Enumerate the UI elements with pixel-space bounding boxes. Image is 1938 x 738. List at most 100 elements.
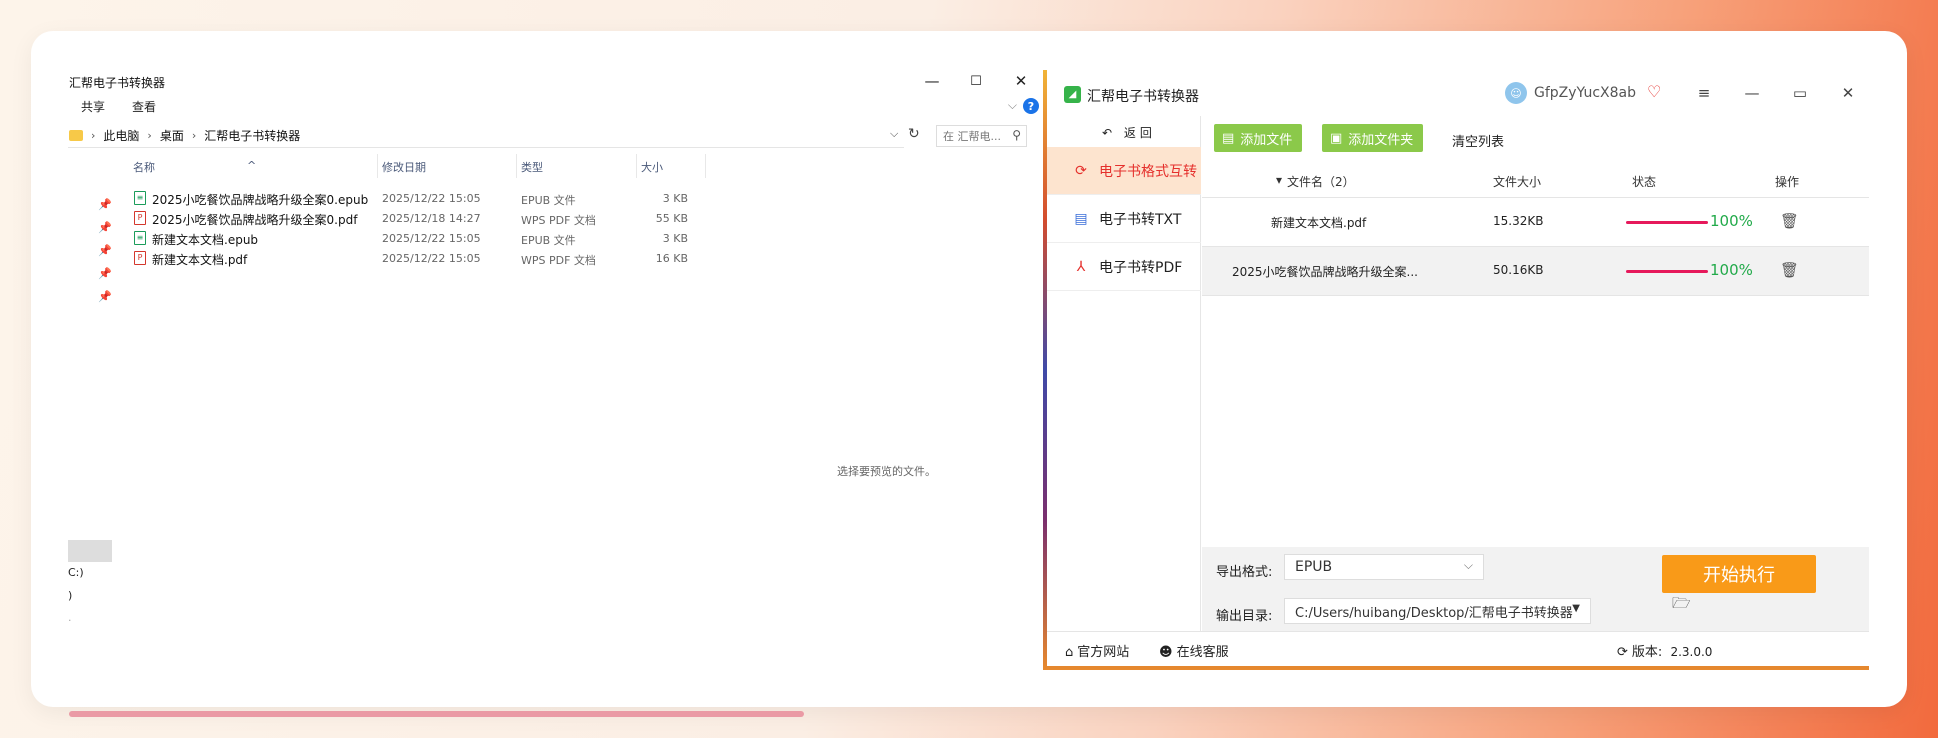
file-explorer-window: 汇帮电子书转换器 — ☐ ✕ 共享 查看 ⌵ ? › 此电脑 › 桌面 › 汇帮… <box>68 66 1043 670</box>
ebook-converter-window: ◢ 汇帮电子书转换器 ☺ GfpZyYucX8ab ♡ ≡ — ▭ ✕ ↶ 返回… <box>1043 70 1869 670</box>
column-divider[interactable] <box>516 154 517 178</box>
support-agent-icon: ☻ <box>1159 645 1173 660</box>
column-header-size[interactable]: 大小 <box>641 159 663 175</box>
search-icon: ⚲ <box>1012 128 1021 142</box>
file-row[interactable]: ≡ 新建文本文档.epub 2025/12/22 15:05 EPUB 文件 3… <box>68 228 708 248</box>
pdf-file-icon: P <box>134 251 146 265</box>
file-name: 2025小吃餐饮品牌战略升级全案0.epub <box>152 193 369 207</box>
version-label: 版本: <box>1631 645 1663 660</box>
progress-percent: 100% <box>1710 261 1753 279</box>
column-divider[interactable] <box>705 154 706 178</box>
vip-heart-icon[interactable]: ♡ <box>1647 82 1661 101</box>
add-file-label: 添加文件 <box>1240 132 1293 148</box>
sidebar-item-format-convert[interactable]: ⟳ 电子书格式互转 <box>1047 147 1201 195</box>
start-button[interactable]: 开始执行 <box>1662 555 1816 593</box>
add-file-button[interactable]: ▤ 添加文件 <box>1214 124 1303 152</box>
file-size: 3 KB <box>662 192 688 205</box>
sort-caret-icon: ^ <box>247 159 257 172</box>
column-divider[interactable] <box>636 154 637 178</box>
column-header-name[interactable]: 名称 <box>133 159 155 175</box>
column-header-date[interactable]: 修改日期 <box>382 159 426 175</box>
nav-pane-selected-item[interactable] <box>68 540 112 562</box>
row-file-name: 新建文本文档.pdf <box>1271 216 1367 230</box>
folder-icon <box>69 130 83 141</box>
column-header-name[interactable]: 文件名（2） <box>1287 173 1355 190</box>
file-size: 3 KB <box>662 232 688 245</box>
sidebar-item-label: 电子书转TXT <box>1099 211 1182 228</box>
caret-down-icon: ▼ <box>1572 603 1580 614</box>
file-list: ≡ 2025小吃餐饮品牌战略升级全案0.epub 2025/12/22 15:0… <box>68 188 708 268</box>
minimize-button[interactable]: — <box>1737 81 1767 105</box>
sidebar-item-to-pdf[interactable]: ⅄ 电子书转PDF <box>1047 243 1201 291</box>
doc-icon: ▤ <box>1074 210 1088 227</box>
chevron-right-icon: › <box>191 129 197 142</box>
column-header-type[interactable]: 类型 <box>521 159 543 175</box>
refresh-icon[interactable]: ↻ <box>908 126 920 142</box>
explorer-close-button[interactable]: ✕ <box>999 66 1043 96</box>
export-format-value: EPUB <box>1295 559 1333 575</box>
ribbon-tab-share[interactable]: 共享 <box>81 98 105 115</box>
file-row[interactable]: P 2025小吃餐饮品牌战略升级全案0.pdf 2025/12/18 14:27… <box>68 208 708 228</box>
table-row[interactable]: 新建文本文档.pdf 15.32KB 100% 🗑 <box>1202 198 1869 247</box>
breadcrumb-item[interactable]: 桌面 <box>160 127 184 144</box>
add-folder-button[interactable]: ▣ 添加文件夹 <box>1322 124 1424 152</box>
file-name: 新建文本文档.epub <box>152 233 259 247</box>
search-input[interactable]: 在 汇帮电... ⚲ <box>936 125 1027 147</box>
progress-bar <box>1626 270 1708 273</box>
file-date: 2025/12/22 15:05 <box>382 252 481 265</box>
output-dir-label: 输出目录: <box>1216 609 1273 624</box>
ribbon-tab-view[interactable]: 查看 <box>132 98 156 115</box>
progress-percent: 100% <box>1710 212 1753 230</box>
nav-pane-item[interactable]: C:) <box>68 566 84 579</box>
file-size: 16 KB <box>655 252 688 265</box>
file-date: 2025/12/18 14:27 <box>382 212 481 225</box>
trash-icon[interactable]: 🗑 <box>1780 212 1799 230</box>
export-format-label: 导出格式: <box>1216 565 1273 580</box>
close-button[interactable]: ✕ <box>1833 81 1863 105</box>
back-arrow-icon: ↶ <box>1102 126 1117 140</box>
file-type: EPUB 文件 <box>521 234 576 247</box>
open-folder-icon[interactable]: 🗁 <box>1672 593 1691 618</box>
scroll-indicator-bar <box>69 711 804 717</box>
username[interactable]: GfpZyYucX8ab <box>1534 85 1636 101</box>
sidebar-item-to-txt[interactable]: ▤ 电子书转TXT <box>1047 195 1201 243</box>
address-dropdown-icon[interactable]: ⌵ <box>890 127 898 141</box>
maximize-button[interactable]: ▭ <box>1785 81 1815 105</box>
trash-icon[interactable]: 🗑 <box>1780 261 1799 279</box>
online-support-label: 在线客服 <box>1176 645 1229 660</box>
nav-pane-item[interactable]: . <box>68 611 72 624</box>
breadcrumb-item[interactable]: 此电脑 <box>103 127 139 144</box>
sort-desc-icon[interactable]: ▾ <box>1276 173 1282 187</box>
clear-list-button[interactable]: 清空列表 <box>1452 131 1504 150</box>
address-bar[interactable]: › 此电脑 › 桌面 › 汇帮电子书转换器 ⌵ <box>68 124 904 148</box>
column-divider[interactable] <box>377 154 378 178</box>
online-support-link[interactable]: ☻ 在线客服 <box>1159 641 1229 660</box>
version-info[interactable]: ⟳ 版本: 2.3.0.0 <box>1617 641 1712 660</box>
file-row[interactable]: P 新建文本文档.pdf 2025/12/22 15:05 WPS PDF 文档… <box>68 248 708 268</box>
file-size: 55 KB <box>655 212 688 225</box>
help-icon[interactable]: ? <box>1023 98 1039 114</box>
file-type: WPS PDF 文档 <box>521 214 596 227</box>
file-row[interactable]: ≡ 2025小吃餐饮品牌战略升级全案0.epub 2025/12/22 15:0… <box>68 188 708 208</box>
ribbon-expand-chevron-icon[interactable]: ⌵ <box>1008 98 1017 113</box>
explorer-titlebar: 汇帮电子书转换器 — ☐ ✕ <box>68 66 1043 96</box>
export-format-select[interactable]: EPUB ⌵ <box>1284 554 1484 580</box>
explorer-maximize-button[interactable]: ☐ <box>954 66 998 96</box>
pin-icon[interactable]: 📌 <box>98 267 112 290</box>
avatar[interactable]: ☺ <box>1505 82 1527 104</box>
menu-button[interactable]: ≡ <box>1689 81 1719 105</box>
back-button[interactable]: ↶ 返回 <box>1102 124 1156 141</box>
pin-icon[interactable]: 📌 <box>98 290 112 313</box>
nav-pane-item[interactable]: ) <box>68 589 72 602</box>
row-file-size: 15.32KB <box>1493 214 1544 228</box>
update-icon: ⟳ <box>1617 645 1628 660</box>
add-folder-label: 添加文件夹 <box>1348 132 1414 148</box>
explorer-minimize-button[interactable]: — <box>910 66 954 96</box>
sidebar: ↶ 返回 ⟳ 电子书格式互转 ▤ 电子书转TXT ⅄ 电子书转PDF <box>1047 116 1201 631</box>
official-website-link[interactable]: ⌂ 官方网站 <box>1065 641 1129 660</box>
pdf-file-icon: P <box>134 211 146 225</box>
address-row: › 此电脑 › 桌面 › 汇帮电子书转换器 ⌵ ↻ 在 汇帮电... ⚲ <box>68 124 1043 148</box>
output-dir-select[interactable]: C:/Users/huibang/Desktop/汇帮电子书转换器 ▼ <box>1284 598 1591 624</box>
breadcrumb-item[interactable]: 汇帮电子书转换器 <box>204 127 300 144</box>
table-row[interactable]: 2025小吃餐饮品牌战略升级全案... 50.16KB 100% 🗑 <box>1202 247 1869 296</box>
